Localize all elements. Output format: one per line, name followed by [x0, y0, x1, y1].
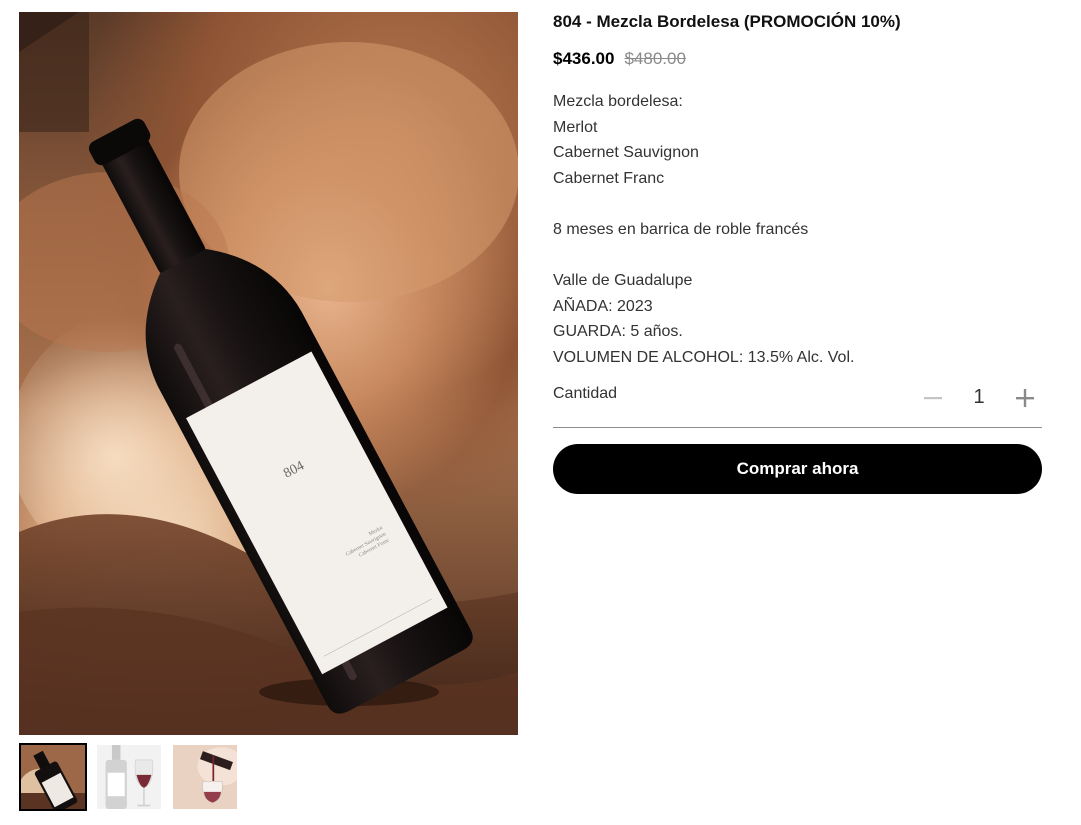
quantity-input[interactable] — [950, 385, 1008, 411]
decrease-quantity-button[interactable] — [916, 383, 950, 413]
quantity-stepper — [916, 383, 1042, 413]
quantity-row: Cantidad — [553, 383, 1042, 428]
wine-pouring-thumbnail-icon — [173, 745, 237, 809]
increase-quantity-button[interactable] — [1008, 383, 1042, 413]
minus-icon — [924, 396, 942, 399]
description-line: AÑADA: 2023 — [553, 297, 653, 315]
description-line: Cabernet Sauvignon — [553, 144, 699, 162]
product-title: 804 - Mezcla Bordelesa (PROMOCIÓN 10%) — [553, 12, 901, 31]
description-line: Merlot — [553, 118, 598, 136]
current-price: $436.00 — [553, 49, 615, 68]
original-price: $480.00 — [624, 49, 686, 68]
buy-now-button[interactable]: Comprar ahora — [553, 443, 1042, 494]
price-row: $436.00 $480.00 — [553, 49, 1042, 69]
plus-icon — [1016, 388, 1034, 407]
quantity-label: Cantidad — [553, 384, 618, 402]
thumbnail-gallery — [19, 743, 239, 811]
thumbnail-bottle-on-rock[interactable] — [19, 743, 87, 811]
description-line — [553, 243, 1042, 269]
description-line: Cabernet Franc — [553, 169, 665, 187]
wine-bottle-photo: 804 Merlot Cabernet Sauvignon Cabernet F… — [19, 12, 518, 735]
bottle-on-rock-thumbnail-icon — [21, 745, 85, 809]
bottle-and-glass-thumbnail-icon — [97, 745, 161, 809]
thumbnail-wine-pouring[interactable] — [171, 743, 239, 811]
description-line — [553, 191, 1042, 217]
description-line: GUARDA: 5 años. — [553, 323, 683, 341]
description-line: VOLUMEN DE ALCOHOL: 13.5% Alc. Vol. — [553, 348, 855, 366]
description-line: 8 meses en barrica de roble francés — [553, 220, 809, 238]
product-main-image[interactable]: 804 Merlot Cabernet Sauvignon Cabernet F… — [19, 12, 518, 735]
product-description: Mezcla bordelesa: Merlot Cabernet Sauvig… — [553, 89, 1042, 371]
product-details: 804 - Mezcla Bordelesa (PROMOCIÓN 10%) $… — [553, 12, 1042, 494]
description-line: Mezcla bordelesa: — [553, 93, 683, 110]
description-line: Valle de Guadalupe — [553, 272, 693, 290]
thumbnail-bottle-and-glass[interactable] — [95, 743, 163, 811]
